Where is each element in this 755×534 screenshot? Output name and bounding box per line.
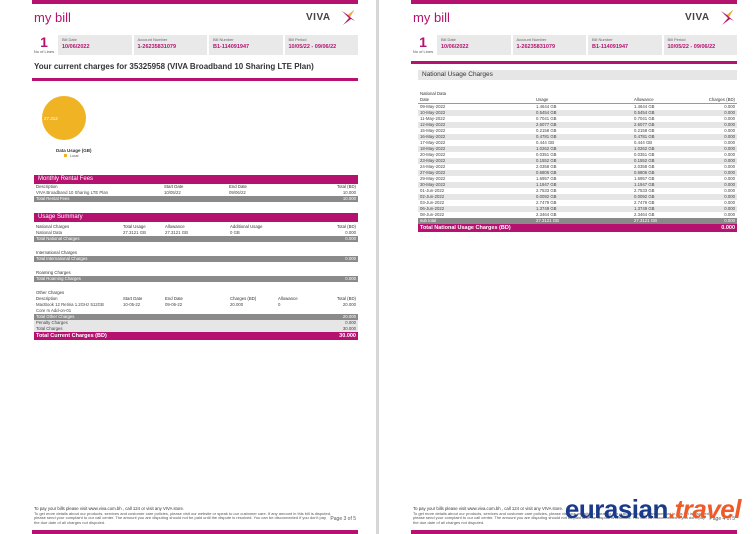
roaming-label-row: Roaming Charges	[36, 270, 71, 275]
legend-swatch	[64, 154, 67, 157]
account-number-cell: Account Number 1-26235831079	[133, 35, 207, 55]
lines-count: 1 No of Lines	[33, 34, 55, 54]
data-usage-pie-chart: 27.312	[42, 96, 86, 140]
lines-count: 1 No of Lines	[412, 34, 434, 54]
pie-legend-local: Local	[64, 154, 78, 158]
footer-note: To pay your bills please visit www.viva.…	[34, 506, 332, 525]
viva-wordmark: VIVA	[685, 12, 710, 23]
monthly-rental-table: Description Start Date End Date Total (BD) …	[34, 184, 358, 202]
bill-page-right: my bill VIVA 1 No of Lines Bill Date 10/…	[379, 0, 755, 534]
bill-number-cell: Bill Number B1-114091947	[209, 35, 283, 55]
national-usage-total-row: Total National Usage Charges (BD) 0.000	[418, 224, 737, 232]
usage-summary-table: National Charges Total Usage Allowance Addi…	[34, 224, 358, 340]
bill-date-cell: Bill Date 10/06/2022	[58, 35, 132, 55]
pie-chart-title: Data Usage (GB)	[56, 148, 92, 153]
national-usage-table: National Data Date Usage Allowance Charges …	[418, 89, 737, 232]
current-total-row: Total Current Charges (BD) 30.000	[34, 332, 358, 340]
bottom-accent-bar	[32, 530, 358, 534]
national-usage-rows: 09-May-2022 1.4644 GB 1.4644 GB 0.000 10-May…	[418, 104, 737, 219]
usage-summary-header: Usage Summary	[34, 213, 358, 222]
eurasian-travel-watermark: eurasian.travel	[564, 494, 742, 524]
pie-slice-label: 27.312	[44, 116, 58, 121]
title-underline	[32, 78, 358, 81]
total-rental-row: Total Rental Fees 10.000	[34, 196, 358, 202]
viva-logo: VIVA	[306, 10, 356, 28]
header-underline	[411, 61, 737, 64]
national-data-label-row: National Data	[420, 91, 447, 96]
other-label-row: Other Charges	[36, 290, 65, 295]
bill-header-bar: 1 No of Lines Bill Date 10/06/2022 Accou…	[411, 35, 737, 55]
bill-date-cell: Bill Date 10/06/2022	[437, 35, 511, 55]
current-charges-title: Your current charges for 35325958 (VIVA …	[34, 62, 314, 71]
viva-wordmark: VIVA	[306, 12, 331, 23]
bill-header-bar: 1 No of Lines Bill Date 10/06/2022 Accou…	[32, 35, 358, 55]
bill-page-left: my bill VIVA 1 No of Lines Bill Date 10/…	[0, 0, 376, 534]
bill-period-cell: Bill Period 10/05/22 - 09/06/22	[284, 35, 358, 55]
national-usage-title: National Usage Charges	[418, 70, 737, 80]
top-accent-bar	[411, 0, 737, 4]
bill-period-cell: Bill Period 10/05/22 - 09/06/22	[663, 35, 737, 55]
bill-number-cell: Bill Number B1-114091947	[588, 35, 662, 55]
monthly-rental-header: Monthly Rental Fees	[34, 175, 358, 184]
viva-logo: VIVA	[685, 10, 735, 28]
bottom-accent-bar	[411, 530, 737, 534]
page-number: Page 3 of 5	[330, 516, 356, 522]
viva-star-icon	[721, 10, 734, 25]
viva-star-icon	[342, 10, 355, 25]
international-label-row: International Charges	[36, 250, 78, 255]
account-number-cell: Account Number 1-26235831079	[512, 35, 586, 55]
my-bill-logo: my bill	[34, 10, 71, 25]
my-bill-logo: my bill	[413, 10, 450, 25]
top-accent-bar	[32, 0, 358, 4]
